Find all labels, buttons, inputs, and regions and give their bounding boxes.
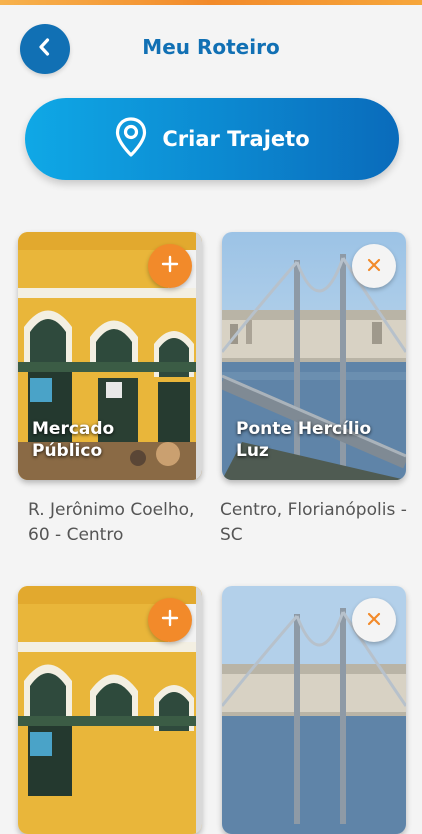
place-name: Mercado Público xyxy=(32,419,115,461)
place-card[interactable] xyxy=(18,586,202,834)
close-icon xyxy=(367,257,381,276)
create-route-label: Criar Trajeto xyxy=(162,127,310,151)
header: Meu Roteiro xyxy=(0,5,422,85)
place-card-ponte-hercilio-luz[interactable]: Ponte Hercílio Luz xyxy=(222,232,406,480)
add-to-route-button[interactable] xyxy=(148,598,192,642)
close-icon xyxy=(367,611,381,630)
remove-from-route-button[interactable] xyxy=(352,244,396,288)
plus-icon xyxy=(161,609,179,631)
place-address: R. Jerônimo Coelho, 60 - Centro xyxy=(28,500,195,545)
add-to-route-button[interactable] xyxy=(148,244,192,288)
page-title: Meu Roteiro xyxy=(142,35,280,59)
place-name: Ponte Hercílio Luz xyxy=(236,419,372,461)
create-route-button[interactable]: Criar Trajeto xyxy=(25,98,399,180)
place-address: Centro, Florianópolis - SC xyxy=(220,500,407,545)
place-card[interactable] xyxy=(222,586,406,834)
place-card-mercado-publico[interactable]: Mercado Público xyxy=(18,232,202,480)
plus-icon xyxy=(161,255,179,277)
map-pin-icon xyxy=(114,116,148,162)
remove-from-route-button[interactable] xyxy=(352,598,396,642)
